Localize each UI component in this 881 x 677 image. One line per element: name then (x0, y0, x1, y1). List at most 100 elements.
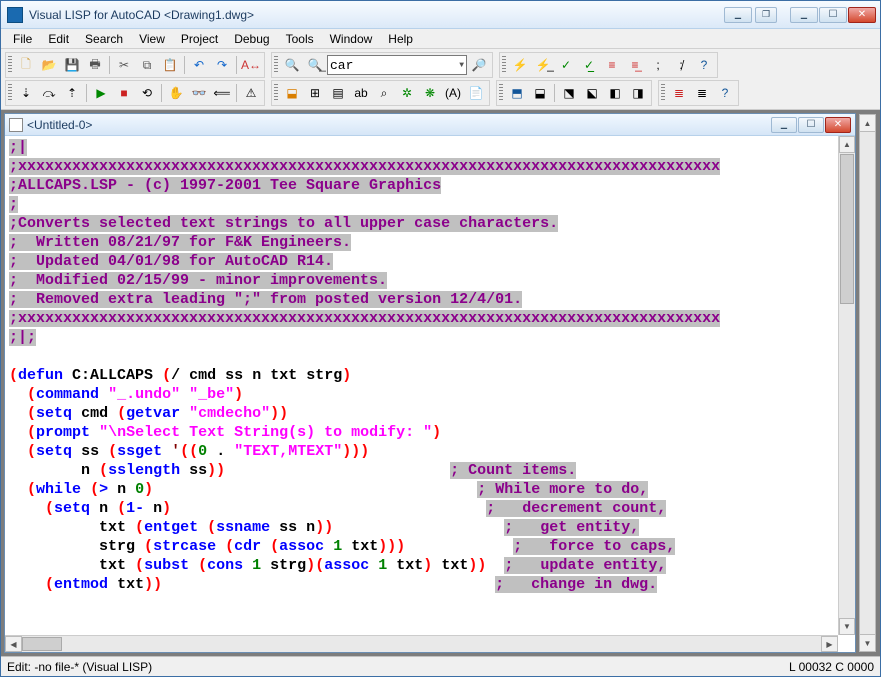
toolbar-grip-icon[interactable] (8, 56, 12, 74)
aux-restore-button[interactable] (755, 7, 777, 23)
find-toolbar-button[interactable]: 🔎 (468, 54, 490, 76)
menu-help[interactable]: Help (380, 30, 421, 48)
step-out-button[interactable]: ⇡ (61, 82, 83, 104)
menu-window[interactable]: Window (322, 30, 381, 48)
select-window-button[interactable]: ⊞ (304, 82, 326, 104)
step-into-button[interactable]: ⇣ (15, 82, 37, 104)
doc-minimize-button[interactable] (771, 117, 797, 133)
menu-debug[interactable]: Debug (226, 30, 277, 48)
inspect-button[interactable]: ab (350, 82, 372, 104)
toggle-breakpoint-button[interactable]: ✋ (165, 82, 187, 104)
find-combo-value: car (330, 58, 353, 73)
load-selection-button[interactable]: ⚡̲ (532, 54, 554, 76)
last-break-button[interactable]: ⟸ (211, 82, 233, 104)
scroll-up-icon[interactable]: ▲ (839, 136, 855, 153)
find-button[interactable]: 🔍 (281, 54, 303, 76)
scroll-thumb[interactable] (22, 637, 62, 651)
menu-tools[interactable]: Tools (278, 30, 322, 48)
tool-6-button[interactable]: ◨ (627, 82, 649, 104)
scroll-up-icon[interactable]: ▲ (860, 115, 875, 132)
toolbar-grip-icon[interactable] (502, 56, 506, 74)
editor-vertical-scrollbar[interactable]: ▲ ▼ (838, 136, 855, 635)
separator (109, 56, 110, 74)
mdi-client-area: <Untitled-0> ;| ;xxxxxxxxxxxxxxxxxxxxxxx… (1, 110, 880, 656)
watch-window-button[interactable]: (A) (442, 82, 464, 104)
maximize-button[interactable] (819, 7, 847, 23)
titlebar[interactable]: Visual LISP for AutoCAD <Drawing1.dwg> (1, 1, 880, 29)
scroll-thumb[interactable] (840, 154, 854, 304)
document-titlebar[interactable]: <Untitled-0> (5, 114, 855, 136)
kw: subst (144, 557, 189, 574)
minimize-button[interactable] (790, 7, 818, 23)
apropos-button[interactable]: ❋ (419, 82, 441, 104)
menu-project[interactable]: Project (173, 30, 226, 48)
continue-button[interactable]: ▶ (90, 82, 112, 104)
lisp-console-button[interactable]: ▤ (327, 82, 349, 104)
toolbar-grip-icon[interactable] (661, 84, 665, 102)
separator (236, 56, 237, 74)
step-over-button[interactable]: ⤼ (38, 82, 60, 104)
menu-search[interactable]: Search (77, 30, 131, 48)
activate-autocad-button[interactable]: ⬓ (281, 82, 303, 104)
add-watch-button[interactable]: 👓 (188, 82, 210, 104)
tool-5-button[interactable]: ◧ (604, 82, 626, 104)
reset-button[interactable]: ⟲ (136, 82, 158, 104)
new-file-button[interactable]: 🗋 (15, 54, 37, 76)
menu-file[interactable]: File (5, 30, 40, 48)
trace-button[interactable]: ⌕ (373, 82, 395, 104)
quit-button[interactable]: ■ (113, 82, 135, 104)
check-selection-button[interactable]: ✓̲ (578, 54, 600, 76)
scroll-left-icon[interactable]: ◀ (5, 636, 22, 652)
comment-block-button[interactable]: ; (647, 54, 669, 76)
toolbar-grip-icon[interactable] (274, 84, 278, 102)
break-on-error-button[interactable]: ⚠ (240, 82, 262, 104)
find-combo[interactable]: car ▼ (327, 55, 467, 75)
replace-button[interactable]: 🔍̲ (304, 54, 326, 76)
check-edit-button[interactable]: ✓ (555, 54, 577, 76)
paste-button[interactable]: 📋 (159, 54, 181, 76)
symbol-service-button[interactable]: ✲ (396, 82, 418, 104)
load-active-button[interactable]: ⚡ (509, 54, 531, 76)
tool-c-button[interactable]: ? (714, 82, 736, 104)
tool-1-button[interactable]: ⬒ (506, 82, 528, 104)
tool-2-button[interactable]: ⬓ (529, 82, 551, 104)
format-edit-button[interactable]: ≡ (601, 54, 623, 76)
doc-maximize-button[interactable] (798, 117, 824, 133)
save-button[interactable]: 💾 (61, 54, 83, 76)
close-button[interactable] (848, 7, 876, 23)
open-file-button[interactable]: 📂 (38, 54, 60, 76)
doc-close-button[interactable] (825, 117, 851, 133)
toolbar-grip-icon[interactable] (274, 56, 278, 74)
comment-line: ; Written 08/21/97 for F&K Engineers. (9, 234, 351, 251)
toolbar-grip-icon[interactable] (8, 84, 12, 102)
tool-b-button[interactable]: ≣ (691, 82, 713, 104)
kw: setq (36, 443, 72, 460)
tool-a-button[interactable]: ≣ (668, 82, 690, 104)
redo-button[interactable]: ↷ (211, 54, 233, 76)
complete-word-button[interactable]: A↔ (240, 54, 262, 76)
mdi-vertical-scrollbar[interactable]: ▲ ▼ (859, 114, 876, 652)
cut-button[interactable]: ✂ (113, 54, 135, 76)
undo-button[interactable]: ↶ (188, 54, 210, 76)
scroll-right-icon[interactable]: ▶ (821, 636, 838, 652)
scroll-down-icon[interactable]: ▼ (839, 618, 855, 635)
help-button[interactable]: ? (693, 54, 715, 76)
editor-horizontal-scrollbar[interactable]: ◀ ▶ (5, 635, 838, 652)
toolbar-grip-icon[interactable] (499, 84, 503, 102)
uncomment-block-button[interactable]: ;̸ (670, 54, 692, 76)
aux-minimize-button[interactable] (724, 7, 752, 23)
project-button[interactable]: 📄 (465, 82, 487, 104)
menu-view[interactable]: View (131, 30, 173, 48)
kw: while (36, 481, 81, 498)
scroll-down-icon[interactable]: ▼ (860, 634, 875, 651)
print-button[interactable]: 🖶 (84, 54, 106, 76)
scroll-track[interactable] (62, 636, 821, 652)
code-editor[interactable]: ;| ;xxxxxxxxxxxxxxxxxxxxxxxxxxxxxxxxxxxx… (5, 136, 855, 652)
format-selection-button[interactable]: ≡̲ (624, 54, 646, 76)
tool-4-button[interactable]: ⬕ (581, 82, 603, 104)
copy-button[interactable]: ⧉ (136, 54, 158, 76)
menu-edit[interactable]: Edit (40, 30, 77, 48)
code-content[interactable]: ;| ;xxxxxxxxxxxxxxxxxxxxxxxxxxxxxxxxxxxx… (5, 136, 855, 596)
app-window: Visual LISP for AutoCAD <Drawing1.dwg> F… (0, 0, 881, 677)
tool-3-button[interactable]: ⬔ (558, 82, 580, 104)
